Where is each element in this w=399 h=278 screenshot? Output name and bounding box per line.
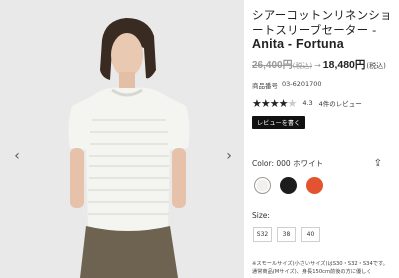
original-price-tax: (税込): [292, 61, 313, 70]
write-review-button[interactable]: レビューを書く: [252, 115, 306, 129]
size-option-38[interactable]: 38: [277, 227, 296, 242]
gallery-prev-arrow-icon[interactable]: ‹: [10, 146, 24, 166]
product-image-gallery[interactable]: ‹ ›: [0, 0, 244, 278]
price-row: 26,400円 (税込) → 18,480円 (税込): [252, 56, 399, 72]
price-arrow-icon: →: [314, 60, 321, 70]
color-label: Color:: [252, 159, 274, 168]
size-option-s32[interactable]: S32: [253, 227, 272, 242]
color-swatches: [254, 177, 323, 194]
product-code-value: 03-6201700: [282, 79, 322, 88]
rating-row[interactable]: ★★★★★ 4.3 4件のレビュー: [252, 97, 399, 110]
size-label: Size:: [252, 211, 270, 220]
product-title-jp: シアーコットンリネンショートスリーブセーター -: [252, 8, 392, 37]
product-info-panel: シアーコットンリネンショートスリーブセーター - Anita - Fortuna…: [252, 8, 399, 129]
product-code-label: 商品番号: [252, 81, 278, 90]
size-option-40[interactable]: 40: [301, 227, 320, 242]
size-note: ※スモールサイズ(小さいサイズ)はS30・S32・S34です。 通常商品(Mサイ…: [252, 260, 399, 276]
original-price: 26,400円: [252, 59, 293, 71]
color-value: 000 ホワイト: [276, 159, 324, 168]
review-count-link[interactable]: 4件のレビュー: [319, 98, 362, 108]
rating-score: 4.3: [302, 99, 313, 107]
color-row: Color: 000 ホワイト ⇪: [252, 158, 382, 169]
product-photo: [0, 0, 244, 278]
swatch-white[interactable]: [254, 177, 271, 194]
gallery-next-arrow-icon[interactable]: ›: [222, 146, 236, 166]
sale-price-tax: (税込): [366, 61, 386, 70]
color-label-group: Color: 000 ホワイト: [252, 158, 323, 169]
share-icon[interactable]: ⇪: [374, 158, 382, 169]
size-note-line-2: 通常商品(Mサイズ)、身長150cm前後の方に優しく: [252, 269, 372, 275]
product-title: シアーコットンリネンショートスリーブセーター - Anita - Fortuna: [252, 8, 399, 52]
swatch-black[interactable]: [280, 177, 297, 194]
sale-price: 18,480円: [322, 58, 366, 71]
product-code: 商品番号 03-6201700: [252, 80, 399, 90]
size-note-line-1: ※スモールサイズ(小さいサイズ)はS30・S32・S34です。: [252, 261, 388, 267]
swatch-orange[interactable]: [306, 177, 323, 194]
size-options: S32 38 40: [253, 227, 320, 242]
product-title-brand: Anita - Fortuna: [252, 37, 344, 51]
rating-stars-icon: ★★★★★: [252, 96, 297, 110]
